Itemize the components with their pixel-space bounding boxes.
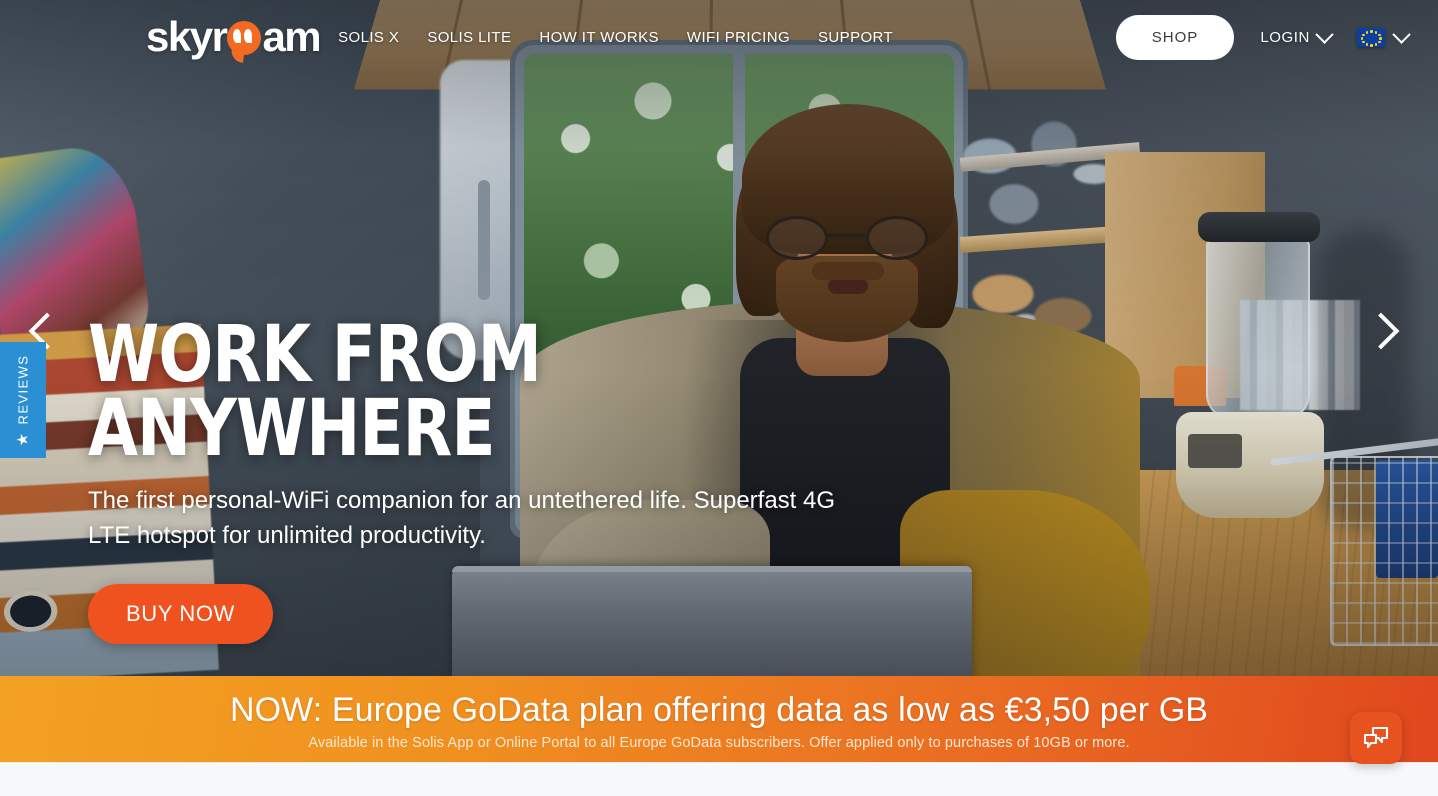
chevron-down-icon (1315, 24, 1334, 44)
speech-bubble-o-icon (227, 21, 262, 55)
reviews-tab[interactable]: ★ REVIEWS (0, 342, 46, 458)
skyroam-logo[interactable]: sky r am (146, 13, 322, 60)
page-body-strip (0, 762, 1438, 796)
header-actions: SHOP LOGIN (1115, 14, 1411, 60)
site-header: sky r am SOLIS X SOLIS LITE HOW IT WORKS W… (0, 0, 1438, 74)
promo-banner-title: NOW: Europe GoData plan offering data as… (229, 691, 1209, 729)
reviews-tab-label: REVIEWS (15, 354, 31, 424)
buy-now-button[interactable]: BUY NOW (88, 583, 273, 644)
chevron-down-icon (1392, 24, 1411, 44)
nav-item-support[interactable]: SUPPORT (818, 29, 893, 46)
logo-text-am: am (262, 13, 321, 60)
promo-banner[interactable]: NOW: Europe GoData plan offering data as… (0, 676, 1438, 762)
login-menu[interactable]: LOGIN (1260, 24, 1334, 46)
chat-widget-button[interactable] (1350, 712, 1402, 764)
page-root: sky r am SOLIS X SOLIS LITE HOW IT WORKS W… (0, 0, 1438, 796)
promo-banner-subtitle: Available in the Solis App or Online Por… (308, 735, 1130, 751)
eu-flag-icon (1357, 27, 1385, 47)
nav-item-solis-lite[interactable]: SOLIS LITE (427, 29, 511, 46)
main-navigation: SOLIS X SOLIS LITE HOW IT WORKS WIFI PRI… (338, 29, 893, 46)
chevron-right-icon (1362, 312, 1400, 350)
nav-item-wifi-pricing[interactable]: WIFI PRICING (687, 29, 790, 46)
logo-text-r: r (211, 13, 228, 60)
logo-text-sky: sky (146, 13, 213, 60)
login-label: LOGIN (1260, 28, 1310, 46)
hero-content: WORK FROM ANYWHERE The first personal-Wi… (88, 310, 908, 644)
hero-subheadline: The first personal-WiFi companion for an… (88, 487, 836, 549)
carousel-next-button[interactable] (1362, 312, 1402, 352)
chat-bubbles-icon (1363, 726, 1389, 749)
nav-item-how-it-works[interactable]: HOW IT WORKS (539, 29, 659, 46)
star-icon: ★ (14, 430, 32, 446)
language-selector[interactable] (1357, 24, 1411, 47)
nav-item-solis-x[interactable]: SOLIS X (338, 29, 399, 46)
hero-headline: WORK FROM ANYWHERE (88, 310, 542, 475)
shop-button[interactable]: SHOP (1115, 14, 1235, 60)
